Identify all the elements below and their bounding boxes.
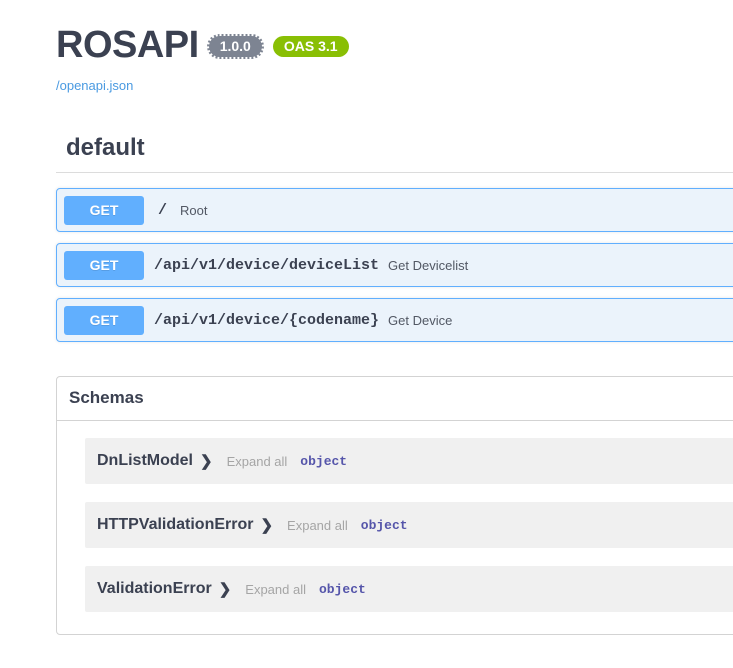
schemas-list: DnListModel ❯ Expand all object HTTPVali… — [57, 421, 733, 634]
schema-type: object — [300, 454, 347, 469]
tag-header[interactable]: default — [56, 135, 733, 173]
http-method-badge: GET — [64, 196, 144, 225]
version-badge: 1.0.0 — [207, 34, 264, 59]
http-method-badge: GET — [64, 306, 144, 335]
api-header: ROSAPI 1.0.0 OAS 3.1 /openapi.json — [0, 0, 733, 93]
schema-row[interactable]: DnListModel ❯ Expand all object — [85, 438, 733, 484]
schema-type: object — [319, 582, 366, 597]
expand-all-link[interactable]: Expand all — [287, 518, 348, 533]
chevron-right-icon[interactable]: ❯ — [200, 454, 213, 469]
tag-name: default — [56, 135, 733, 161]
chevron-right-icon[interactable]: ❯ — [219, 582, 232, 597]
openapi-spec-link[interactable]: /openapi.json — [56, 78, 733, 93]
schema-name: DnListModel — [97, 452, 193, 470]
expand-all-link[interactable]: Expand all — [245, 582, 306, 597]
title-row: ROSAPI 1.0.0 OAS 3.1 — [56, 26, 733, 64]
operation-row[interactable]: GET /api/v1/device/deviceList Get Device… — [56, 243, 733, 287]
schema-name: HTTPValidationError — [97, 516, 253, 534]
schema-row[interactable]: HTTPValidationError ❯ Expand all object — [85, 502, 733, 548]
operation-path: / — [158, 202, 167, 219]
schema-name: ValidationError — [97, 580, 212, 598]
tag-section-default: default GET / Root GET /api/v1/device/de… — [0, 135, 733, 342]
operation-path: /api/v1/device/deviceList — [154, 257, 379, 274]
operation-summary: Get Devicelist — [388, 258, 468, 273]
http-method-badge: GET — [64, 251, 144, 280]
schema-type: object — [361, 518, 408, 533]
operation-row[interactable]: GET / Root — [56, 188, 733, 232]
expand-all-link[interactable]: Expand all — [227, 454, 288, 469]
chevron-right-icon[interactable]: ❯ — [260, 518, 273, 533]
schemas-title: Schemas — [69, 388, 733, 408]
swagger-ui-page: ROSAPI 1.0.0 OAS 3.1 /openapi.json defau… — [0, 0, 733, 668]
schema-row[interactable]: ValidationError ❯ Expand all object — [85, 566, 733, 612]
operation-summary: Root — [180, 203, 207, 218]
oas-version-badge: OAS 3.1 — [273, 36, 349, 57]
schemas-header[interactable]: Schemas — [57, 377, 733, 421]
operations-list: GET / Root GET /api/v1/device/deviceList… — [56, 188, 733, 342]
schemas-panel: Schemas DnListModel ❯ Expand all object … — [56, 376, 733, 635]
operation-summary: Get Device — [388, 313, 452, 328]
operation-row[interactable]: GET /api/v1/device/{codename} Get Device — [56, 298, 733, 342]
page-title: ROSAPI — [56, 26, 199, 64]
operation-path: /api/v1/device/{codename} — [154, 312, 379, 329]
